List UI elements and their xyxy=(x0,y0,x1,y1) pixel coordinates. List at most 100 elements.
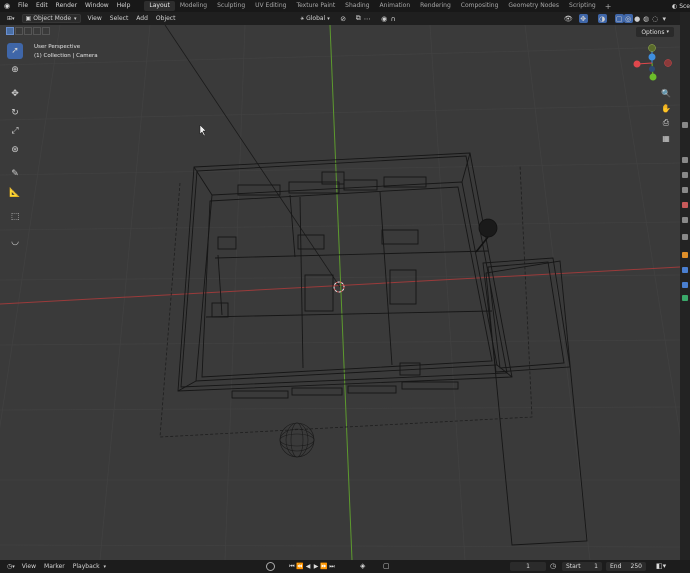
gizmo-toggle-icon[interactable]: ✥ xyxy=(578,14,588,23)
add-cube-tool-icon[interactable]: ⬚ xyxy=(7,209,23,225)
timeline-options-icon[interactable]: ◧▾ xyxy=(656,562,666,570)
snap-target-icon[interactable]: ⋯ xyxy=(363,14,372,23)
keyframe-type-icon[interactable]: ◈ xyxy=(360,562,365,570)
cursor-tool-icon[interactable]: ⊕ xyxy=(7,62,23,78)
tab-geometry-nodes[interactable]: Geometry Nodes xyxy=(503,1,564,11)
timeline-menu-playback[interactable]: Playback xyxy=(69,563,104,570)
menu-help[interactable]: Help xyxy=(113,0,135,12)
modifier-tab-icon[interactable] xyxy=(682,267,688,273)
transform-orientation-selector[interactable]: ⚹ Global ▾ xyxy=(297,14,332,23)
select-intersect-icon[interactable] xyxy=(42,27,50,35)
menu-render[interactable]: Render xyxy=(52,0,81,12)
tool-tab-icon[interactable] xyxy=(682,122,688,128)
proportional-edit-icon[interactable]: ◉ xyxy=(380,14,389,23)
top-menu-bar: ◉ File Edit Render Window Help Layout Mo… xyxy=(0,0,690,12)
measure-tool-icon[interactable]: 📐 xyxy=(7,185,23,201)
workspace-tabs: Layout Modeling Sculpting UV Editing Tex… xyxy=(144,0,615,12)
current-frame-field[interactable]: 1 xyxy=(510,562,546,571)
select-new-icon[interactable] xyxy=(6,27,14,35)
snap-icon[interactable]: ⧉ xyxy=(354,14,363,23)
wireframe-shading-icon[interactable]: ◎ xyxy=(623,14,633,23)
header-menu-view[interactable]: View xyxy=(84,15,106,22)
header-menu-object[interactable]: Object xyxy=(152,15,180,22)
pan-hand-icon[interactable]: ✋ xyxy=(660,102,672,114)
select-invert-icon[interactable] xyxy=(33,27,41,35)
scene-tab-icon[interactable] xyxy=(682,202,688,208)
tab-shading[interactable]: Shading xyxy=(340,1,374,11)
blender-logo-icon[interactable]: ◉ xyxy=(0,0,14,12)
house-wireframe xyxy=(177,152,588,546)
timeline-bar: ◷ ▾ View Marker Playback ▾ ⏮ ⏪ ◀ ▶ ⏩ ⏭ ◈ … xyxy=(0,560,690,573)
add-workspace-button[interactable]: + xyxy=(601,2,616,11)
shading-options-icon[interactable]: ▾ xyxy=(660,14,669,23)
falloff-icon[interactable]: ∩ xyxy=(389,14,398,23)
material-shading-icon[interactable]: ◍ xyxy=(642,14,651,23)
transform-tool-icon[interactable]: ⊛ xyxy=(7,142,23,158)
menu-window[interactable]: Window xyxy=(81,0,113,12)
header-menu-select[interactable]: Select xyxy=(106,15,133,22)
jump-end-icon[interactable]: ⏭ xyxy=(328,562,336,571)
timeline-editor-type-button[interactable]: ◷ ▾ xyxy=(4,562,18,571)
move-tool-icon[interactable]: ✥ xyxy=(7,86,23,102)
world-tab-icon[interactable] xyxy=(682,217,688,223)
rendered-shading-icon[interactable]: ◌ xyxy=(651,14,660,23)
collection-tab-icon[interactable] xyxy=(682,234,688,240)
physics-tab-icon[interactable] xyxy=(682,295,688,301)
object-tab-icon[interactable] xyxy=(682,252,688,258)
tab-texture-paint[interactable]: Texture Paint xyxy=(291,1,340,11)
play-icon[interactable]: ▶ xyxy=(312,562,320,571)
end-frame-field[interactable]: End 250 xyxy=(606,562,646,571)
timeline-menu-view[interactable]: View xyxy=(18,563,40,570)
next-keyframe-icon[interactable]: ⏩ xyxy=(320,562,328,571)
sphere-object xyxy=(279,422,315,458)
scale-tool-icon[interactable]: ⤢ xyxy=(7,123,23,139)
options-button[interactable]: Options ▾ xyxy=(636,27,674,37)
pivot-point-icon[interactable]: ⊘ xyxy=(339,14,348,23)
keying-set-icon[interactable]: ▢ xyxy=(383,562,390,570)
annotate-tool-icon[interactable]: ✎ xyxy=(7,166,23,182)
perspective-toggle-icon[interactable]: ▦ xyxy=(660,132,672,144)
tab-rendering[interactable]: Rendering xyxy=(415,1,456,11)
jump-start-icon[interactable]: ⏮ xyxy=(288,562,296,571)
scene-selector[interactable]: ◐ Sce xyxy=(672,0,690,12)
camera-view-icon[interactable]: ⎙ xyxy=(660,117,672,129)
zoom-icon[interactable]: 🔍 xyxy=(660,87,672,99)
chevron-down-icon: ▾ xyxy=(666,29,669,35)
header-menu-add[interactable]: Add xyxy=(132,15,152,22)
mode-selector[interactable]: ▣ Object Mode ▾ xyxy=(21,14,81,23)
tab-animation[interactable]: Animation xyxy=(375,1,416,11)
select-extend-icon[interactable] xyxy=(15,27,23,35)
chevron-down-icon: ▾ xyxy=(74,15,77,22)
play-reverse-icon[interactable]: ◀ xyxy=(304,562,312,571)
solid-shading-icon[interactable]: ● xyxy=(633,14,642,23)
tab-modeling[interactable]: Modeling xyxy=(175,1,212,11)
view-layer-tab-icon[interactable] xyxy=(682,187,688,193)
render-tab-icon[interactable] xyxy=(682,157,688,163)
tab-uv-editing[interactable]: UV Editing xyxy=(250,1,291,11)
select-subtract-icon[interactable] xyxy=(24,27,32,35)
chevron-down-icon: ▾ xyxy=(103,563,107,570)
tab-compositing[interactable]: Compositing xyxy=(456,1,504,11)
select-tool-icon[interactable]: ➚ xyxy=(7,43,23,59)
prev-keyframe-icon[interactable]: ⏪ xyxy=(296,562,304,571)
mouse-pointer xyxy=(199,124,207,137)
extra-tool-icon[interactable]: ◡ xyxy=(7,234,23,250)
rotate-tool-icon[interactable]: ↻ xyxy=(7,105,23,121)
timeline-menu-marker[interactable]: Marker xyxy=(40,563,69,570)
output-tab-icon[interactable] xyxy=(682,172,688,178)
xray-toggle-icon[interactable]: ▢ xyxy=(614,14,624,23)
visibility-icon[interactable]: 👁 xyxy=(564,14,573,23)
tab-layout[interactable]: Layout xyxy=(144,1,175,11)
auto-keying-icon[interactable] xyxy=(266,562,275,571)
menu-file[interactable]: File xyxy=(14,0,32,12)
particles-tab-icon[interactable] xyxy=(682,282,688,288)
tab-scripting[interactable]: Scripting xyxy=(564,1,601,11)
tab-sculpting[interactable]: Sculpting xyxy=(212,1,250,11)
viewport-header: ⊞ ▾ ▣ Object Mode ▾ View Select Add Objec… xyxy=(0,12,680,25)
start-frame-field[interactable]: Start 1 xyxy=(562,562,602,571)
editor-type-button[interactable]: ⊞ ▾ xyxy=(4,14,18,23)
overlay-toggle-icon[interactable]: ◑ xyxy=(597,14,607,23)
3d-viewport[interactable]: User Perspective (1) Collection | Camera… xyxy=(0,25,680,560)
start-value: 1 xyxy=(594,563,598,570)
menu-edit[interactable]: Edit xyxy=(32,0,52,12)
